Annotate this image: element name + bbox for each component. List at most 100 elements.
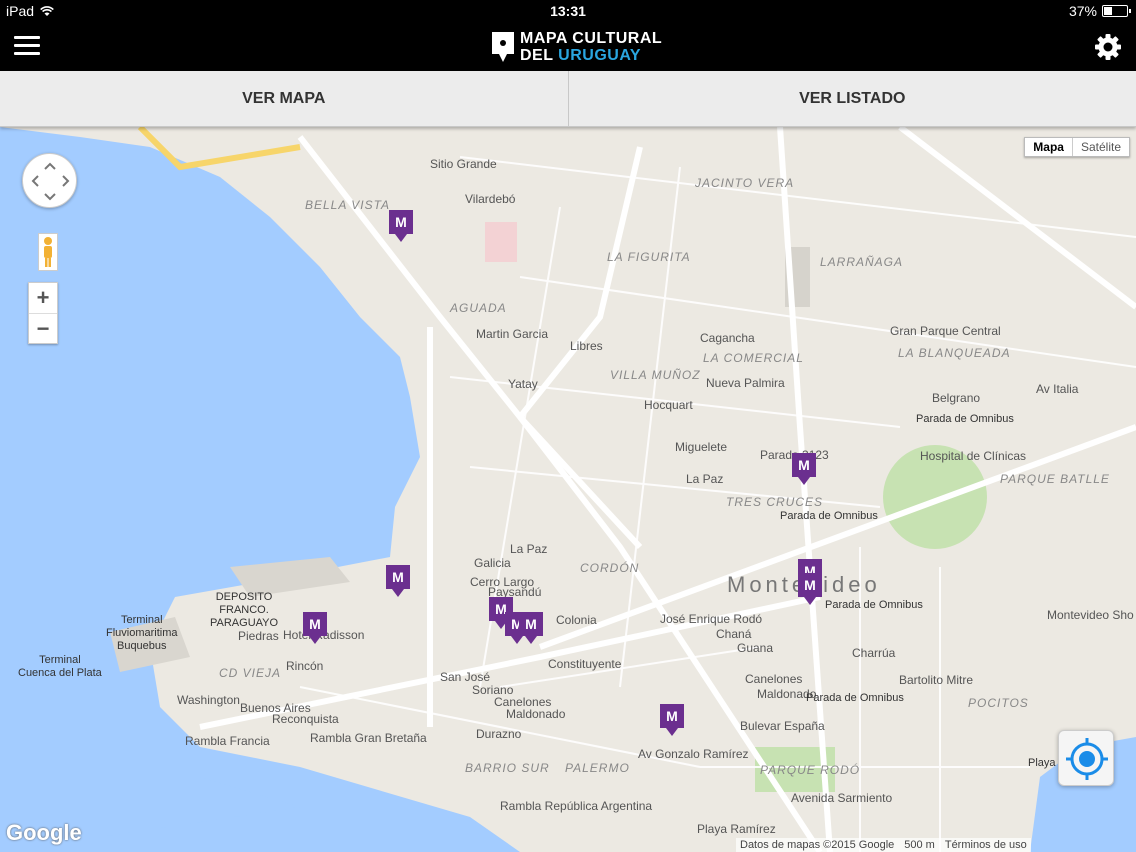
map-label: Reconquista [272,712,339,726]
map-label: Playa Ramírez [697,822,776,836]
map-label: VILLA MUÑOZ [610,368,701,382]
map-label: PARQUE BATLLE [1000,472,1110,486]
map-label: Parada de Omnibus [916,413,1014,425]
logo-line1: MAPA CULTURAL [520,30,663,47]
marker-letter: M [303,612,327,636]
map-label: DEPOSITO FRANCO. PARAGUAYO [210,591,279,629]
tab-ver-mapa[interactable]: VER MAPA [0,71,568,126]
map-scale: 500 m [904,839,935,851]
crosshair-icon [1066,738,1108,780]
map-label: Colonia [556,613,597,627]
map-label: PALERMO [565,761,630,775]
marker-letter: M [792,453,816,477]
map-label: Sitio Grande [430,157,497,171]
map-label: Hospital de Clínicas [920,449,1027,463]
map-view[interactable]: Sitio Grande BELLA VISTA Vilardebó JACIN… [0,127,1136,852]
map-type-satellite-button[interactable]: Satélite [1073,138,1129,156]
map-label: Terminal Fluviomaritima Buquebus [106,614,178,652]
map-data-credit: Datos de mapas ©2015 Google [740,839,895,851]
map-label: Constituyente [548,657,622,671]
map-label: Parada de Omnibus [825,599,923,611]
map-label: Maldonado [506,707,566,721]
map-label: Yatay [508,377,538,391]
cultural-marker[interactable]: M [519,612,543,644]
cultural-marker[interactable]: M [386,565,410,597]
status-right: 37% [1068,3,1131,19]
map-label: San José [440,670,491,684]
logo-text: MAPA CULTURAL DEL URUGUAY [520,30,662,64]
map-label: LA FIGURITA [607,250,691,264]
street-view-pegman-icon[interactable] [38,233,58,271]
map-label: Miguelete [675,440,728,454]
map-label: Cagancha [700,331,755,345]
map-label: Avenida Sarmiento [791,791,893,805]
logo-line2-country: URUGUAY [558,47,642,64]
view-tabs: VER MAPA VER LISTADO [0,71,1136,127]
battery-icon [1102,5,1131,17]
map-label: LA COMERCIAL [703,351,804,365]
terms-link[interactable]: Términos de uso [945,839,1027,851]
map-label: Montevideo Sho [1047,608,1134,622]
cultural-marker[interactable]: M [792,453,816,485]
logo-line2-prefix: DEL [520,47,559,64]
map-label: Charrúa [852,646,896,660]
marker-letter: M [386,565,410,589]
map-label: Av Gonzalo Ramírez [638,747,749,761]
cultural-marker[interactable]: M [660,704,684,736]
map-label: LA BLANQUEADA [898,346,1011,360]
battery-percent: 37% [1068,3,1097,19]
map-label: Bulevar España [740,719,825,733]
app-logo: MAPA CULTURAL DEL URUGUAY [492,30,662,64]
map-pin-logo-icon [492,32,514,62]
map-label: AGUADA [450,301,507,315]
map-attribution: Datos de mapas ©2015 Google 500 m Términ… [736,838,1031,852]
app-header: MAPA CULTURAL DEL URUGUAY [0,22,1136,71]
map-label: BARRIO SUR [465,761,550,775]
map-label: Nueva Palmira [706,376,785,390]
map-label: Rambla Francia [185,734,270,748]
zoom-in-button[interactable]: + [29,283,57,313]
map-label: Av Italia [1036,382,1079,396]
zoom-out-button[interactable]: − [29,313,57,343]
status-time: 13:31 [550,3,586,19]
map-type-map-button[interactable]: Mapa [1025,138,1073,156]
map-label: José Enrique Rodó [660,612,763,626]
cultural-marker[interactable]: M [389,210,413,242]
map-label: Durazno [476,727,522,741]
marker-letter: M [660,704,684,728]
cultural-marker[interactable]: M [303,612,327,644]
status-bar: iPad 13:31 37% [0,0,1136,22]
map-label: Galicia [474,556,511,570]
marker-letter: M [519,612,543,636]
map-label: JACINTO VERA [695,176,795,190]
hamburger-icon[interactable] [14,36,40,56]
map-label: LARRAÑAGA [820,255,904,269]
tab-ver-listado[interactable]: VER LISTADO [567,71,1136,126]
marker-letter: M [798,573,822,597]
map-label: La Paz [686,472,724,486]
map-type-control: Mapa Satélite [1024,137,1130,157]
map-label: Martin Garcia [476,327,549,341]
map-label: POCITOS [968,696,1029,710]
pan-control[interactable] [22,153,77,208]
map-label: Rambla República Argentina [500,799,653,813]
map-label: CD VIEJA [219,666,282,680]
map-label: Canelones [745,672,803,686]
map-label: Libres [570,339,603,353]
map-label: Rincón [286,659,324,673]
map-label: Bartolito Mitre [899,673,974,687]
map-label: Rambla Gran Bretaña [310,731,427,745]
cultural-marker[interactable]: M [798,573,822,605]
gear-icon[interactable] [1094,33,1122,61]
map-label: La Paz [510,542,548,556]
map-label: Parada de Omnibus [806,692,904,704]
marker-letter: M [389,210,413,234]
locate-me-button[interactable] [1058,730,1114,786]
map-label: Washington [177,693,240,707]
pan-arrows-icon [31,162,70,201]
map-label: PARQUE RODÓ [760,763,861,777]
map-label: Chaná [716,627,752,641]
map-label: Parada de Omnibus [780,510,878,522]
map-label: Terminal Cuenca del Plata [18,654,102,679]
map-label: Guana [737,641,774,655]
